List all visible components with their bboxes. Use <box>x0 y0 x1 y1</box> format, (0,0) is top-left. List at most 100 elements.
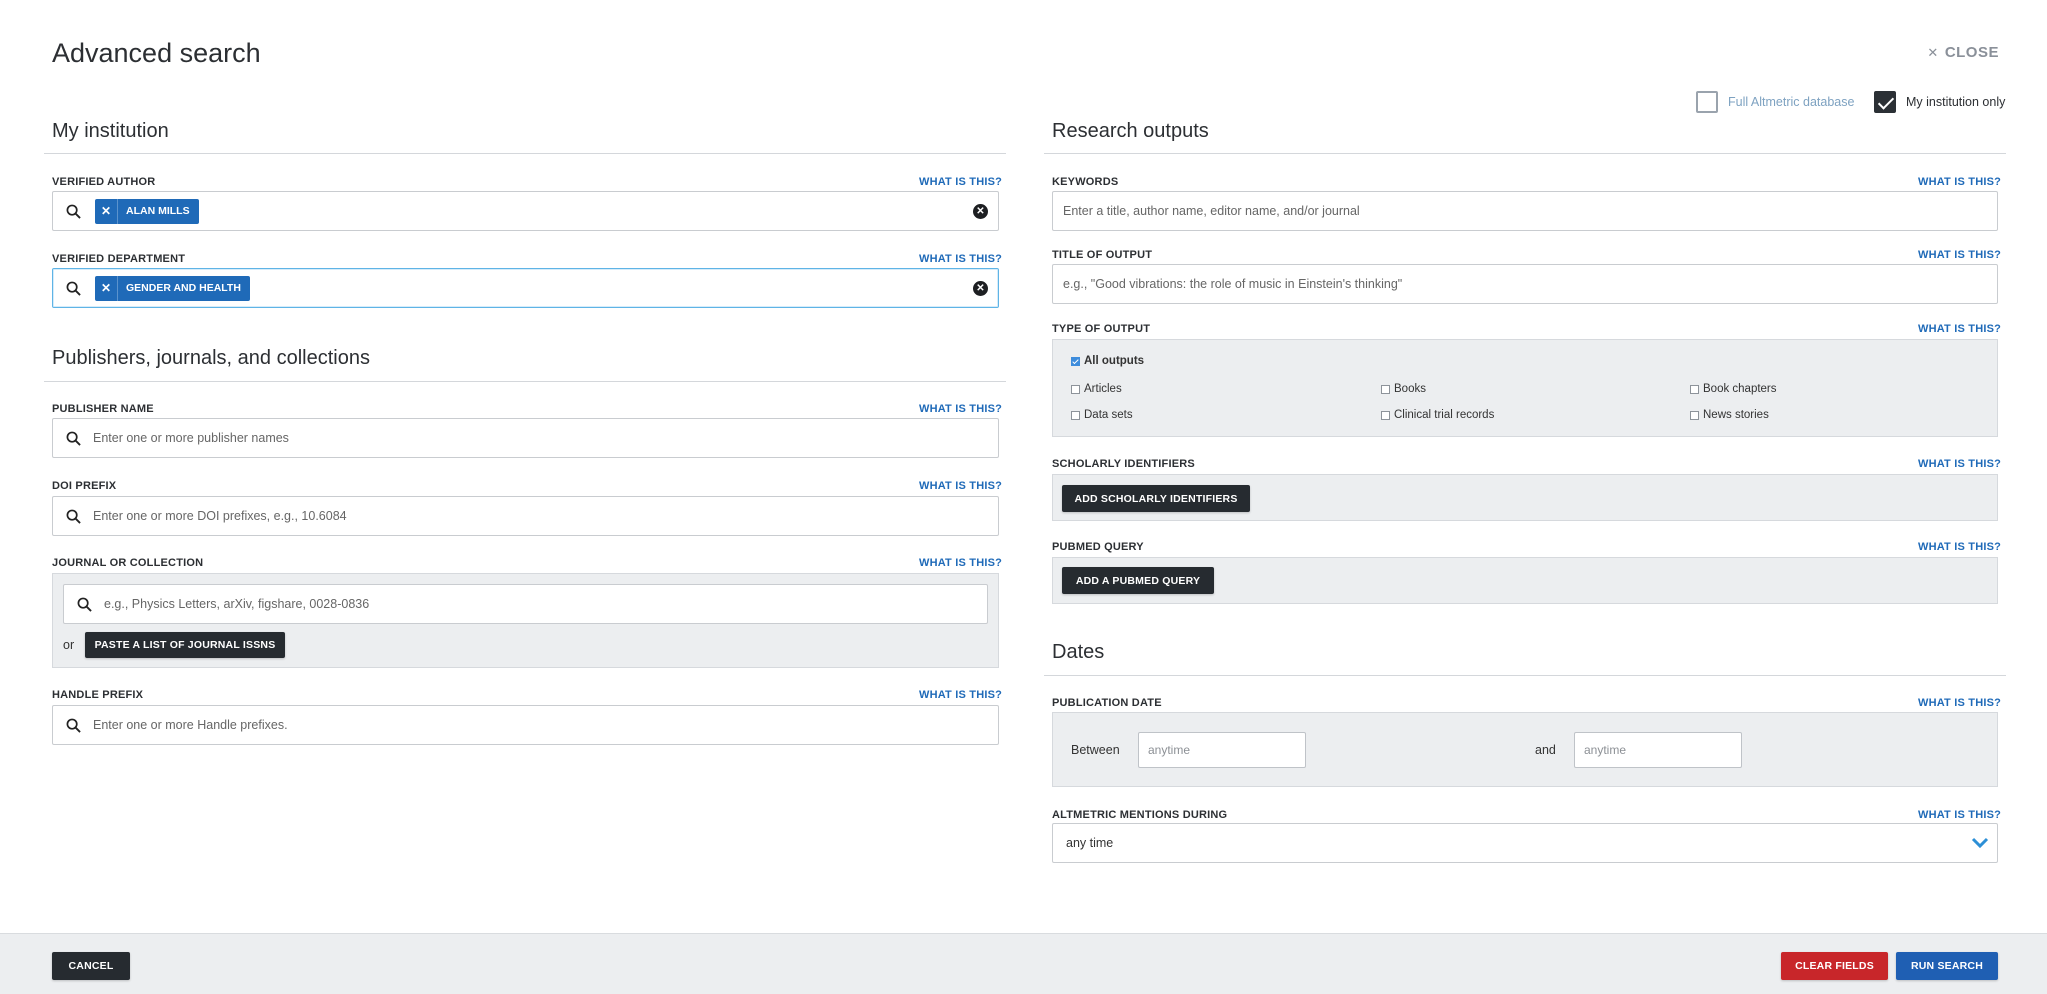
checkbox-box[interactable] <box>1381 410 1390 420</box>
section-divider <box>1044 675 2006 676</box>
date-from-input[interactable]: anytime <box>1138 732 1306 768</box>
clear-fields-button[interactable]: CLEAR FIELDS <box>1781 952 1888 980</box>
research-outputs-title: Research outputs <box>1052 120 1209 142</box>
book-chapters-checkbox[interactable]: Book chapters <box>1690 383 1777 395</box>
clear-icon[interactable]: ✕ <box>973 281 988 296</box>
verified-author-label: VERIFIED AUTHOR <box>52 176 156 188</box>
what-is-this-link[interactable]: WHAT IS THIS? <box>1918 249 2001 261</box>
pubmed-query-panel: ADD A PUBMED QUERY <box>1052 557 1998 604</box>
remove-tag-icon[interactable]: ✕ <box>95 275 118 301</box>
close-button[interactable]: ✕ CLOSE <box>1927 44 1999 61</box>
what-is-this-link[interactable]: WHAT IS THIS? <box>1918 809 2001 821</box>
books-checkbox[interactable]: Books <box>1381 383 1426 395</box>
publication-date-label: PUBLICATION DATE <box>1052 697 1162 709</box>
search-icon <box>53 718 93 733</box>
verified-department-label: VERIFIED DEPARTMENT <box>52 253 186 265</box>
chevron-down-icon[interactable] <box>1971 835 1989 852</box>
publisher-name-input[interactable]: Enter one or more publisher names <box>52 418 999 458</box>
publication-date-panel: Between anytime and anytime <box>1052 712 1998 787</box>
what-is-this-link[interactable]: WHAT IS THIS? <box>919 557 1002 569</box>
pubmed-query-label: PUBMED QUERY <box>1052 541 1144 553</box>
title-of-output-placeholder: e.g., "Good vibrations: the role of musi… <box>1063 277 1403 291</box>
keywords-placeholder: Enter a title, author name, editor name,… <box>1063 204 1360 218</box>
clear-icon[interactable]: ✕ <box>973 204 988 219</box>
my-institution-checkbox[interactable]: My institution only <box>1874 91 2005 113</box>
type-of-output-label: TYPE OF OUTPUT <box>1052 323 1151 335</box>
data-sets-label: Data sets <box>1084 409 1133 421</box>
checkbox-box[interactable] <box>1690 410 1699 420</box>
what-is-this-link[interactable]: WHAT IS THIS? <box>919 403 1002 415</box>
search-icon <box>53 431 93 446</box>
publisher-name-placeholder: Enter one or more publisher names <box>93 431 289 445</box>
or-text: or <box>63 638 75 652</box>
modal-footer: CANCEL CLEAR FIELDS RUN SEARCH <box>0 933 2047 994</box>
and-text: and <box>1535 743 1556 757</box>
journal-placeholder: e.g., Physics Letters, arXiv, figshare, … <box>104 597 370 611</box>
add-scholarly-identifiers-button[interactable]: ADD SCHOLARLY IDENTIFIERS <box>1062 485 1250 512</box>
what-is-this-link[interactable]: WHAT IS THIS? <box>1918 323 2001 335</box>
close-icon: ✕ <box>1927 45 1939 60</box>
what-is-this-link[interactable]: WHAT IS THIS? <box>919 480 1002 492</box>
clinical-trials-label: Clinical trial records <box>1394 409 1495 421</box>
my-institution-title: My institution <box>52 120 169 142</box>
news-stories-label: News stories <box>1703 409 1769 421</box>
type-of-output-panel: All outputs Articles Books Book chapters… <box>1052 339 1998 437</box>
full-database-label: Full Altmetric database <box>1728 95 1855 109</box>
publishers-title: Publishers, journals, and collections <box>52 347 370 369</box>
news-stories-checkbox[interactable]: News stories <box>1690 409 1769 421</box>
verified-department-input[interactable]: ✕ GENDER AND HEALTH ✕ <box>52 268 999 308</box>
what-is-this-link[interactable]: WHAT IS THIS? <box>919 176 1002 188</box>
doi-prefix-placeholder: Enter one or more DOI prefixes, e.g., 10… <box>93 509 347 523</box>
full-database-checkbox[interactable]: Full Altmetric database <box>1696 91 1854 113</box>
advanced-search-modal: Advanced search ✕ CLOSE Full Altmetric da… <box>0 0 2047 994</box>
remove-tag-icon[interactable]: ✕ <box>95 198 118 224</box>
keywords-input[interactable]: Enter a title, author name, editor name,… <box>1052 191 1998 231</box>
checkbox-box[interactable] <box>1071 410 1080 420</box>
search-icon <box>53 204 93 219</box>
department-tag[interactable]: ✕ GENDER AND HEALTH <box>95 275 250 301</box>
journal-input[interactable]: e.g., Physics Letters, arXiv, figshare, … <box>63 584 988 624</box>
date-to-input[interactable]: anytime <box>1574 732 1742 768</box>
checkbox-box[interactable] <box>1690 384 1699 394</box>
checkbox-box[interactable] <box>1071 384 1080 394</box>
search-icon <box>53 281 93 296</box>
full-database-checkbox-box[interactable] <box>1696 91 1718 113</box>
my-institution-checkbox-box[interactable] <box>1874 91 1896 113</box>
verified-author-input[interactable]: ✕ ALAN MILLS ✕ <box>52 191 999 231</box>
cancel-button[interactable]: CANCEL <box>52 952 130 980</box>
scholarly-identifiers-panel: ADD SCHOLARLY IDENTIFIERS <box>1052 474 1998 521</box>
what-is-this-link[interactable]: WHAT IS THIS? <box>1918 541 2001 553</box>
dates-title: Dates <box>1052 641 1105 663</box>
paste-issns-button[interactable]: PASTE A LIST OF JOURNAL ISSNS <box>85 632 285 658</box>
checkbox-box[interactable] <box>1071 356 1080 366</box>
what-is-this-link[interactable]: WHAT IS THIS? <box>1918 458 2001 470</box>
all-outputs-checkbox[interactable]: All outputs <box>1071 355 1144 367</box>
checkbox-box[interactable] <box>1381 384 1390 394</box>
handle-prefix-input[interactable]: Enter one or more Handle prefixes. <box>52 705 999 745</box>
what-is-this-link[interactable]: WHAT IS THIS? <box>1918 697 2001 709</box>
doi-prefix-input[interactable]: Enter one or more DOI prefixes, e.g., 10… <box>52 496 999 536</box>
title-of-output-input[interactable]: e.g., "Good vibrations: the role of musi… <box>1052 264 1998 304</box>
author-tag-label: ALAN MILLS <box>126 205 190 217</box>
clinical-trials-checkbox[interactable]: Clinical trial records <box>1381 409 1494 421</box>
scholarly-identifiers-label: SCHOLARLY IDENTIFIERS <box>1052 458 1195 470</box>
title-of-output-label: TITLE OF OUTPUT <box>1052 249 1153 261</box>
what-is-this-link[interactable]: WHAT IS THIS? <box>919 253 1002 265</box>
mentions-during-label: ALTMETRIC MENTIONS DURING <box>1052 809 1228 821</box>
articles-checkbox[interactable]: Articles <box>1071 383 1122 395</box>
run-search-button[interactable]: RUN SEARCH <box>1896 952 1998 980</box>
data-sets-checkbox[interactable]: Data sets <box>1071 409 1133 421</box>
mentions-during-select[interactable]: any time <box>1052 823 1998 863</box>
section-divider <box>44 381 1006 382</box>
journal-panel: e.g., Physics Letters, arXiv, figshare, … <box>52 573 999 668</box>
search-icon <box>53 509 93 524</box>
add-pubmed-query-button[interactable]: ADD A PUBMED QUERY <box>1062 567 1214 594</box>
what-is-this-link[interactable]: WHAT IS THIS? <box>919 689 1002 701</box>
what-is-this-link[interactable]: WHAT IS THIS? <box>1918 176 2001 188</box>
author-tag[interactable]: ✕ ALAN MILLS <box>95 198 199 224</box>
all-outputs-label: All outputs <box>1084 355 1145 367</box>
publisher-name-label: PUBLISHER NAME <box>52 403 154 415</box>
articles-label: Articles <box>1084 383 1122 395</box>
keywords-label: KEYWORDS <box>1052 176 1119 188</box>
between-text: Between <box>1071 743 1120 757</box>
